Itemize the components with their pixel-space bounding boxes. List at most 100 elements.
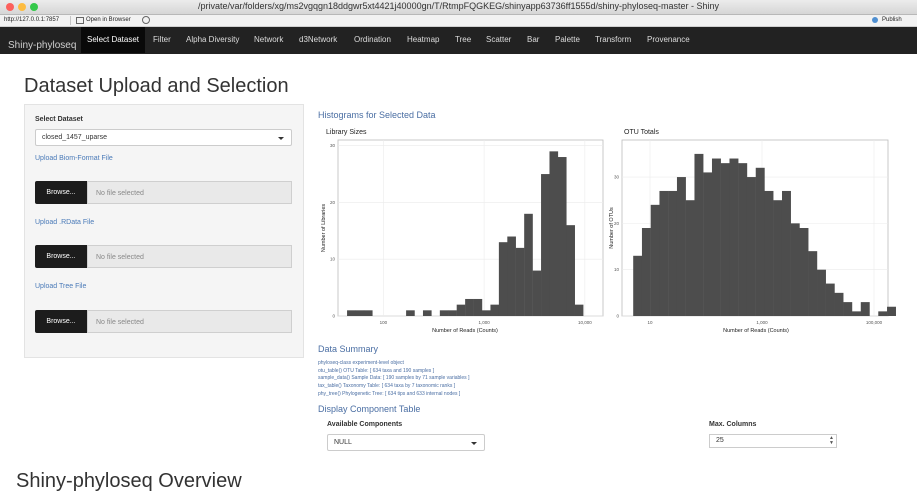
upload-rdata-prefix: Upload: [35, 219, 60, 226]
available-components-label: Available Components: [327, 421, 403, 428]
data-summary-heading: Data Summary: [318, 344, 379, 354]
tab-heatmap[interactable]: Heatmap: [401, 27, 445, 53]
summary-line: phy_tree() Phylogenetic Tree: [ 634 tips…: [318, 390, 461, 397]
tab-d3network[interactable]: d3Network: [293, 27, 343, 53]
browse-rdata-button[interactable]: Browse...: [35, 245, 87, 268]
histogram-bar: [676, 177, 686, 316]
histograms-heading: Histograms for Selected Data: [318, 110, 436, 120]
tab-ordination[interactable]: Ordination: [348, 27, 397, 53]
histogram-bar: [566, 225, 575, 316]
histogram-bar: [834, 292, 844, 316]
tree-file-field[interactable]: No file selected: [87, 310, 292, 333]
histogram-bar: [738, 163, 748, 316]
refresh-icon[interactable]: [142, 16, 150, 24]
publish-label: Publish: [882, 17, 902, 23]
tab-alpha-diversity[interactable]: Alpha Diversity: [180, 27, 245, 53]
y-axis-label: Number of OTUs: [609, 207, 615, 249]
upload-rdata-suffix: File: [80, 219, 95, 226]
histogram-bar: [755, 167, 765, 316]
dataset-sidebar-panel: Select Dataset closed_1457_uparse Upload…: [24, 104, 304, 358]
tab-tree[interactable]: Tree: [449, 27, 477, 53]
y-axis-label: Number of Libraries: [321, 204, 327, 253]
browse-biom-button[interactable]: Browse...: [35, 181, 87, 204]
x-tick-label: 10,000: [578, 320, 592, 325]
histogram-bar: [549, 151, 559, 316]
chevron-down-icon: [471, 441, 477, 445]
x-tick-label: 1,000: [478, 320, 490, 325]
tab-bar[interactable]: Bar: [521, 27, 545, 53]
summary-line: tax_table() Taxonomy Table: [ 634 taxa b…: [318, 383, 456, 390]
browse-tree-button[interactable]: Browse...: [35, 310, 87, 333]
url-label: http://127.0.0.1:7857: [4, 17, 60, 23]
summary-line: phyloseq-class experiment-level object: [318, 360, 404, 366]
tab-scatter[interactable]: Scatter: [480, 27, 517, 53]
histogram-bar: [456, 304, 466, 316]
x-tick-label: 100,000: [866, 320, 883, 325]
histogram-bar: [574, 304, 584, 316]
histogram-bar: [490, 304, 500, 316]
histogram-bar: [773, 200, 783, 316]
histogram-bar: [817, 269, 826, 316]
tab-transform[interactable]: Transform: [589, 27, 637, 53]
dataset-select[interactable]: closed_1457_uparse: [35, 129, 292, 146]
browser-window-icon: [76, 17, 84, 24]
chevron-down-icon: [278, 136, 284, 140]
histogram-bar: [781, 190, 791, 316]
max-columns-input[interactable]: 25 ▲ ▼: [709, 434, 837, 448]
rdata-link[interactable]: .RData: [59, 219, 81, 226]
x-axis-label: Number of Reads (Counts): [723, 328, 789, 334]
histogram-bar: [729, 158, 739, 316]
component-table-heading: Display Component Table: [318, 404, 421, 414]
biom-file-field[interactable]: No file selected: [87, 181, 292, 204]
histogram-bar: [711, 158, 721, 316]
tab-select-dataset[interactable]: Select Dataset: [81, 27, 146, 53]
histogram-bar: [852, 311, 861, 316]
histogram-bar: [524, 213, 533, 316]
rdata-file-field[interactable]: No file selected: [87, 245, 292, 268]
available-components-select[interactable]: NULL: [327, 434, 485, 451]
summary-line: otu_table() OTU Table: [ 634 taxa and 19…: [318, 367, 435, 374]
select-dataset-label: Select Dataset: [35, 116, 83, 123]
otu-totals-histogram: OTU Totals010203010 1,000 100,000Number of…: [609, 129, 896, 334]
page-title: Dataset Upload and Selection: [24, 75, 289, 97]
y-tick-label: 30: [330, 143, 336, 148]
upload-rdata-label: Upload .RData File: [35, 219, 94, 226]
histogram-bar: [541, 174, 550, 316]
tab-provenance[interactable]: Provenance: [641, 27, 696, 53]
tree-link[interactable]: Tree: [59, 283, 73, 290]
histogram-bar: [482, 310, 491, 316]
histogram-bar: [703, 172, 713, 316]
histogram-bar: [860, 302, 870, 316]
viewer-toolbar: http://127.0.0.1:7857 Open in Browser Pu…: [0, 15, 917, 27]
y-tick-label: 30: [614, 175, 620, 180]
number-stepper-icon[interactable]: ▲ ▼: [829, 436, 834, 446]
dataset-select-value: closed_1457_uparse: [42, 134, 107, 141]
upload-tree-label: Upload Tree File: [35, 283, 86, 290]
chart-title: Library Sizes: [326, 129, 367, 136]
histogram-bar: [532, 270, 542, 316]
x-tick-label: 1,000: [756, 320, 768, 325]
y-tick-label: 10: [330, 257, 336, 262]
x-tick-label: 100: [380, 320, 388, 325]
app-navbar: Shiny-phyloseq Select Dataset Filter Alp…: [0, 27, 917, 54]
histogram-bar: [448, 310, 457, 316]
tab-palette[interactable]: Palette: [549, 27, 586, 53]
histogram-bar: [641, 228, 651, 316]
histogram-bar: [659, 190, 669, 316]
open-in-browser-label: Open in Browser: [86, 17, 131, 23]
overview-title: Shiny-phyloseq Overview: [16, 470, 242, 492]
histogram-bar: [825, 283, 835, 316]
app-brand[interactable]: Shiny-phyloseq: [8, 40, 76, 51]
histogram-bar: [668, 190, 678, 316]
y-tick-label: 20: [330, 200, 336, 205]
biom-format-link[interactable]: Biom-Format: [59, 155, 99, 162]
histogram-bar: [887, 306, 896, 316]
histogram-bar: [515, 247, 525, 316]
y-tick-label: 0: [332, 314, 335, 319]
histogram-bar: [633, 255, 643, 316]
tab-network[interactable]: Network: [248, 27, 289, 53]
histogram-bar: [347, 310, 356, 316]
available-components-value: NULL: [334, 439, 352, 446]
histogram-bar: [498, 242, 508, 316]
tab-filter[interactable]: Filter: [147, 27, 177, 53]
